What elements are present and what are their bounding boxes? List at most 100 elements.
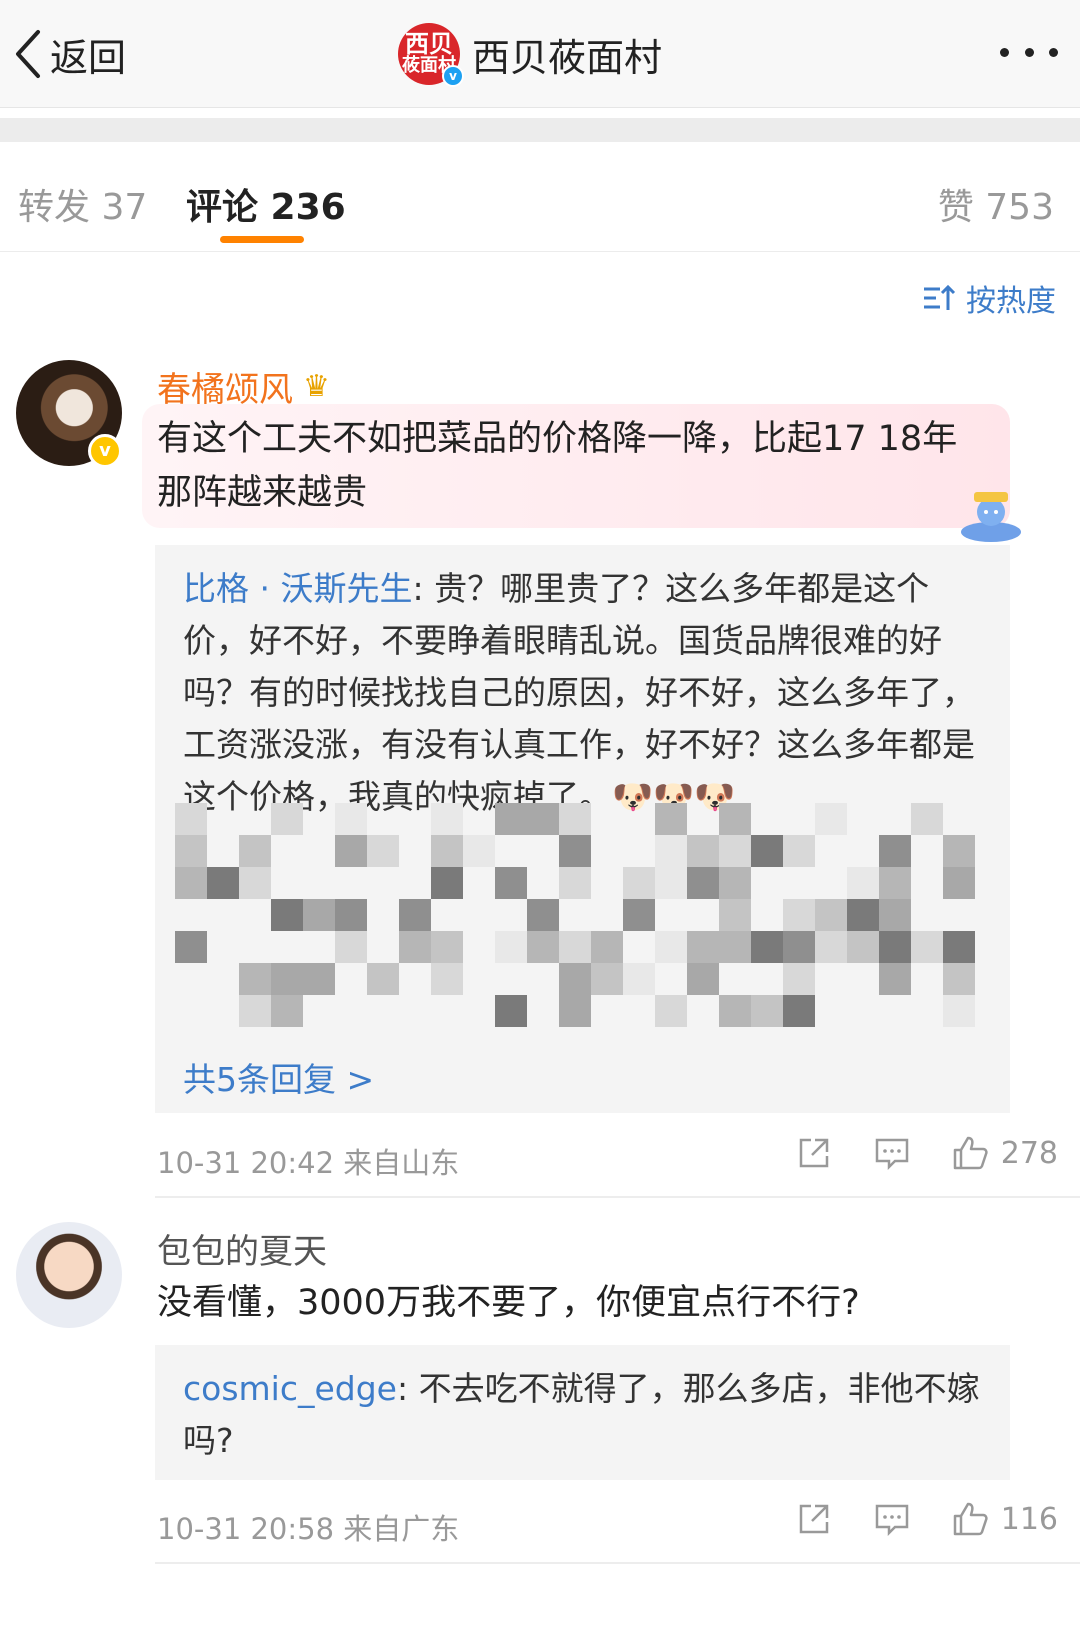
verified-badge-icon: v xyxy=(88,434,122,468)
blur-pixel xyxy=(175,835,207,867)
blur-pixel xyxy=(943,835,975,867)
tab-bar: 转发 37 评论 236 赞 753 xyxy=(0,142,1080,252)
reply-button[interactable] xyxy=(873,1500,911,1538)
blur-pixel xyxy=(879,963,911,995)
blur-pixel xyxy=(719,867,751,899)
reply-text: cosmic_edge: 不去吃不就得了，那么多店，非他不嫁吗? xyxy=(183,1363,983,1467)
blur-pixel xyxy=(687,963,719,995)
blur-pixel xyxy=(687,867,719,899)
like-button[interactable]: 278 xyxy=(951,1134,1058,1172)
comment-actions: 116 xyxy=(755,1500,1058,1538)
active-tab-indicator xyxy=(220,236,304,243)
comment-meta: 10-31 20:58 来自广东 xyxy=(157,1506,459,1548)
blur-pixel xyxy=(431,803,463,835)
blur-pixel xyxy=(495,931,527,963)
blur-pixel xyxy=(239,963,271,995)
reply-preview-box[interactable]: cosmic_edge: 不去吃不就得了，那么多店，非他不嫁吗? xyxy=(155,1345,1010,1480)
comment-icon xyxy=(875,1138,908,1171)
comment-username[interactable]: 包包的夏天 xyxy=(157,1224,327,1273)
page-title: 西贝莜面村 xyxy=(472,35,663,80)
blur-pixel xyxy=(431,867,463,899)
decoration-character-icon xyxy=(961,492,1021,542)
blur-pixel xyxy=(335,899,367,931)
blur-pixel xyxy=(175,803,207,835)
blur-pixel xyxy=(911,931,943,963)
blur-pixel xyxy=(943,931,975,963)
blur-pixel xyxy=(559,995,591,1027)
tab-comment[interactable]: 评论 236 xyxy=(186,178,346,230)
tab-like[interactable]: 赞 753 xyxy=(938,178,1054,230)
like-button[interactable]: 116 xyxy=(951,1500,1058,1538)
blur-pixel xyxy=(271,995,303,1027)
blur-pixel xyxy=(175,931,207,963)
reply-author-link[interactable]: 比格 · 沃斯先生 xyxy=(183,569,412,608)
back-arrow-icon xyxy=(16,30,40,78)
blur-pixel xyxy=(719,803,751,835)
blur-pixel xyxy=(687,835,719,867)
blur-pixel xyxy=(879,899,911,931)
blur-pixel xyxy=(463,835,495,867)
blur-pixel xyxy=(687,931,719,963)
blur-pixel xyxy=(623,963,655,995)
reply-button[interactable] xyxy=(873,1134,911,1172)
brand-logo: 西贝 莜面村 v xyxy=(398,23,464,87)
blur-pixel xyxy=(495,803,527,835)
blur-pixel xyxy=(847,867,879,899)
blur-pixel xyxy=(751,931,783,963)
share-button[interactable] xyxy=(795,1500,833,1538)
blur-pixel xyxy=(879,867,911,899)
blur-pixel xyxy=(655,995,687,1027)
blur-pixel xyxy=(367,835,399,867)
comment-divider xyxy=(155,1196,1080,1198)
blur-pixel xyxy=(815,899,847,931)
comment-text: 有这个工夫不如把菜品的价格降一降，比起17 18年那阵越来越贵 xyxy=(157,419,958,513)
tab-repost[interactable]: 转发 37 xyxy=(18,178,147,230)
reply-preview-box[interactable]: 比格 · 沃斯先生: 贵？哪里贵了？这么多年都是这个价，好不好，不要睁着眼睛乱说… xyxy=(155,545,1010,1113)
blur-pixel xyxy=(559,867,591,899)
blur-pixel xyxy=(399,899,431,931)
blur-pixel xyxy=(655,867,687,899)
share-button[interactable] xyxy=(795,1134,833,1172)
like-count: 278 xyxy=(1000,1135,1058,1171)
reply-text: 比格 · 沃斯先生: 贵？哪里贵了？这么多年都是这个价，好不好，不要睁着眼睛乱说… xyxy=(183,563,983,823)
blur-pixel xyxy=(559,803,591,835)
blur-pixel xyxy=(303,963,335,995)
comment-text: 没看懂，3000万我不要了，你便宜点行不行? xyxy=(157,1283,860,1323)
blur-pixel xyxy=(879,931,911,963)
blur-pixel xyxy=(943,963,975,995)
blur-pixel xyxy=(559,963,591,995)
blur-pixel xyxy=(943,867,975,899)
comment-time: 10-31 20:58 xyxy=(157,1512,335,1546)
blur-pixel xyxy=(719,995,751,1027)
blur-pixel xyxy=(655,931,687,963)
reply-author-link[interactable]: cosmic_edge xyxy=(183,1369,397,1408)
blur-pixel xyxy=(527,931,559,963)
blur-pixel xyxy=(719,899,751,931)
blur-pixel xyxy=(335,931,367,963)
comment-time: 10-31 20:42 xyxy=(157,1146,335,1180)
page-title-group[interactable]: 西贝 莜面村 v 西贝莜面村 xyxy=(398,22,663,87)
blur-pixel xyxy=(751,835,783,867)
top-nav-bar: 返回 西贝 莜面村 v 西贝莜面村 xyxy=(0,0,1080,108)
blur-pixel xyxy=(623,867,655,899)
blur-pixel xyxy=(879,835,911,867)
more-dots-icon[interactable] xyxy=(1000,44,1058,60)
blur-pixel xyxy=(719,835,751,867)
blur-pixel xyxy=(207,867,239,899)
blur-pixel xyxy=(815,803,847,835)
blur-pixel xyxy=(815,931,847,963)
blur-pixel xyxy=(239,867,271,899)
logo-text-line1: 西贝 xyxy=(405,30,453,58)
comment-location: 来自广东 xyxy=(343,1512,460,1546)
blur-pixel xyxy=(911,803,943,835)
blur-pixel xyxy=(655,803,687,835)
blur-pixel xyxy=(431,931,463,963)
section-gap xyxy=(0,118,1080,142)
comment-icon xyxy=(875,1504,908,1537)
back-button[interactable]: 返回 xyxy=(12,26,126,82)
sort-button[interactable]: 按热度 xyxy=(922,276,1056,320)
blur-pixel xyxy=(431,835,463,867)
blur-pixel xyxy=(591,963,623,995)
avatar[interactable] xyxy=(16,1222,122,1328)
view-all-replies-link[interactable]: 共5条回复 > xyxy=(183,1053,374,1101)
